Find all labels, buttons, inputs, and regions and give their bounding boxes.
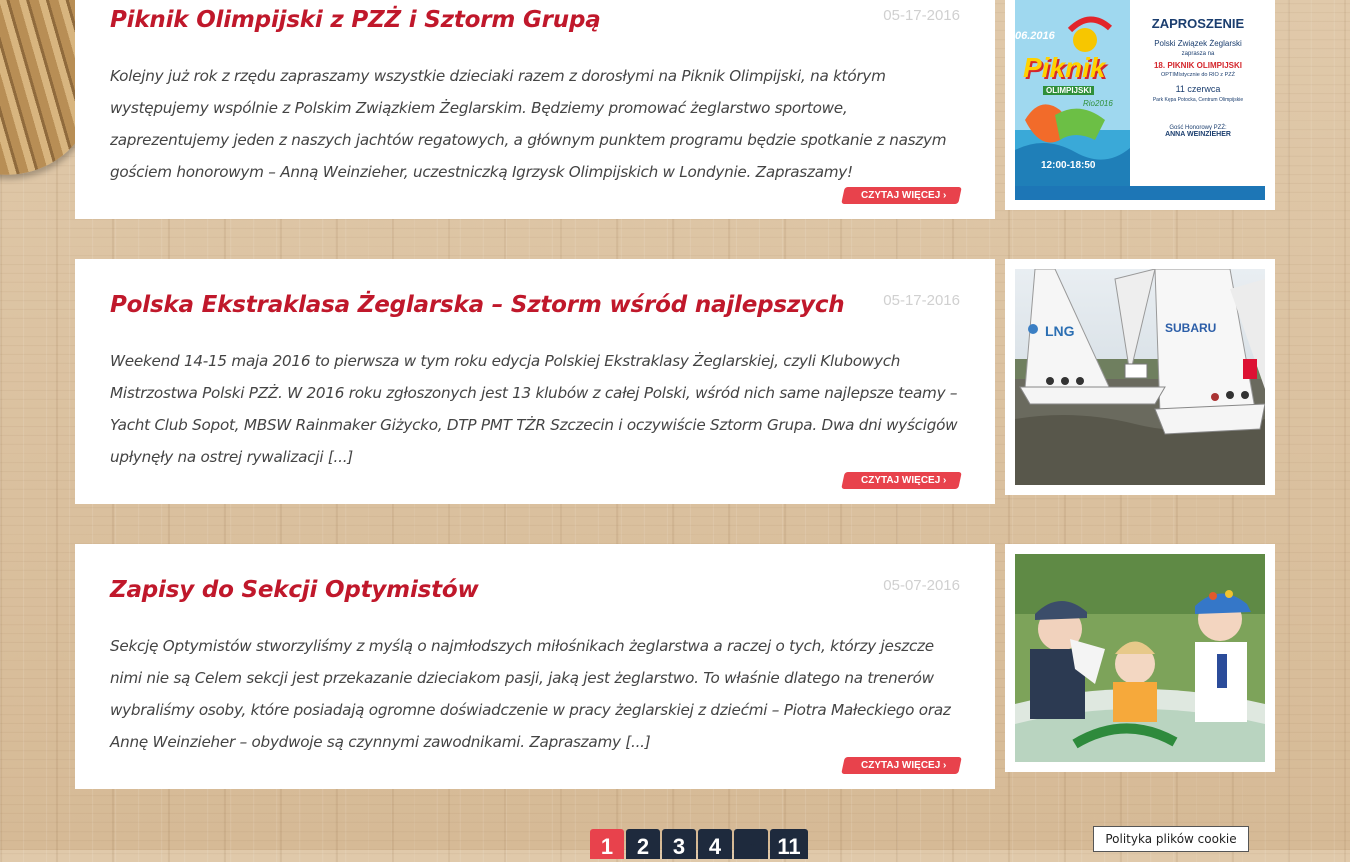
regatta-graphic: [1015, 269, 1265, 485]
poster-event: 18. PIKNIK OLIMPIJSKI: [1153, 61, 1243, 70]
sail-label-subaru: SUBARU: [1165, 321, 1217, 335]
poster-olimpijski: OLIMPIJSKI: [1043, 86, 1095, 95]
post-excerpt: Kolejny już rok z rzędu zapraszamy wszys…: [110, 67, 947, 181]
pagination: 1 2 3 4 ... 11: [590, 829, 808, 859]
post-excerpt: Weekend 14-15 maja 2016 to pierwsza w ty…: [110, 352, 958, 466]
read-more-button[interactable]: CZYTAJ WIĘCEJ ›: [840, 187, 962, 204]
poster-rio: Rio2016: [1083, 99, 1113, 108]
post-thumbnail-card-3[interactable]: [1005, 544, 1275, 772]
page-button-1[interactable]: 1: [590, 829, 624, 859]
post-date: 05-17-2016: [883, 292, 960, 309]
read-more-label: CZYTAJ WIĘCEJ ›: [860, 475, 946, 486]
poster-org: Polski Związek Żeglarski: [1154, 39, 1242, 48]
post-title-link[interactable]: Polska Ekstraklasa Żeglarska – Sztorm wś…: [110, 292, 845, 318]
read-more-label: CZYTAJ WIĘCEJ ›: [860, 760, 946, 771]
poster-time: 12:00-18:50: [1041, 160, 1096, 171]
post-title-link[interactable]: Piknik Olimpijski z PZŻ i Sztorm Grupą: [110, 7, 601, 33]
page-ellipsis: ...: [734, 829, 768, 859]
poster-sub: OPTIMIstycznie do RIO z PZŻ: [1161, 72, 1235, 78]
post-title-link[interactable]: Zapisy do Sekcji Optymistów: [110, 577, 479, 603]
page-button-2[interactable]: 2: [626, 829, 660, 859]
cookie-policy-button[interactable]: Polityka plików cookie: [1093, 826, 1249, 852]
page-button-3[interactable]: 3: [662, 829, 696, 859]
read-more-label: CZYTAJ WIĘCEJ ›: [860, 190, 946, 201]
poster-heading: ZAPROSZENIE: [1151, 16, 1245, 31]
poster-guest: ANNA WEINZIEHER: [1165, 131, 1231, 138]
kids-graphic: [1015, 554, 1265, 762]
poster-place: Park Kępa Potocka, Centrum Olimpijskie: [1152, 97, 1244, 103]
poster-invites: zaprasza na: [1181, 51, 1215, 57]
kids-sailing-image[interactable]: [1015, 554, 1265, 762]
sail-label-lng: LNG: [1045, 323, 1075, 339]
poster-day: 11 czerwca: [1175, 84, 1221, 94]
post-excerpt: Sekcję Optymistów stworzyliśmy z myślą o…: [110, 637, 951, 751]
sailing-regatta-image[interactable]: LNG SUBARU: [1015, 269, 1265, 485]
post-date: 05-07-2016: [883, 577, 960, 594]
page-button-4[interactable]: 4: [698, 829, 732, 859]
read-more-button[interactable]: CZYTAJ WIĘCEJ ›: [840, 757, 962, 774]
poster-date: 06.2016: [1015, 30, 1055, 42]
poster-text-block: ZAPROSZENIE Polski Związek Żeglarski zap…: [1133, 16, 1263, 138]
post-thumbnail-card-2[interactable]: LNG SUBARU: [1005, 259, 1275, 495]
post-thumbnail-card-1[interactable]: 06.2016 Piknik OLIMPIJSKI Rio2016 12:00-…: [1005, 0, 1275, 210]
poster-piknik: Piknik: [1023, 52, 1106, 83]
post-card-1: Piknik Olimpijski z PZŻ i Sztorm Grupą 0…: [75, 0, 995, 219]
post-card-2: Polska Ekstraklasa Żeglarska – Sztorm wś…: [75, 259, 995, 504]
piknik-poster-image[interactable]: 06.2016 Piknik OLIMPIJSKI Rio2016 12:00-…: [1015, 0, 1265, 200]
post-date: 05-17-2016: [883, 7, 960, 24]
post-card-3: Zapisy do Sekcji Optymistów 05-07-2016 S…: [75, 544, 995, 789]
page-button-11[interactable]: 11: [770, 829, 808, 859]
read-more-button[interactable]: CZYTAJ WIĘCEJ ›: [840, 472, 962, 489]
